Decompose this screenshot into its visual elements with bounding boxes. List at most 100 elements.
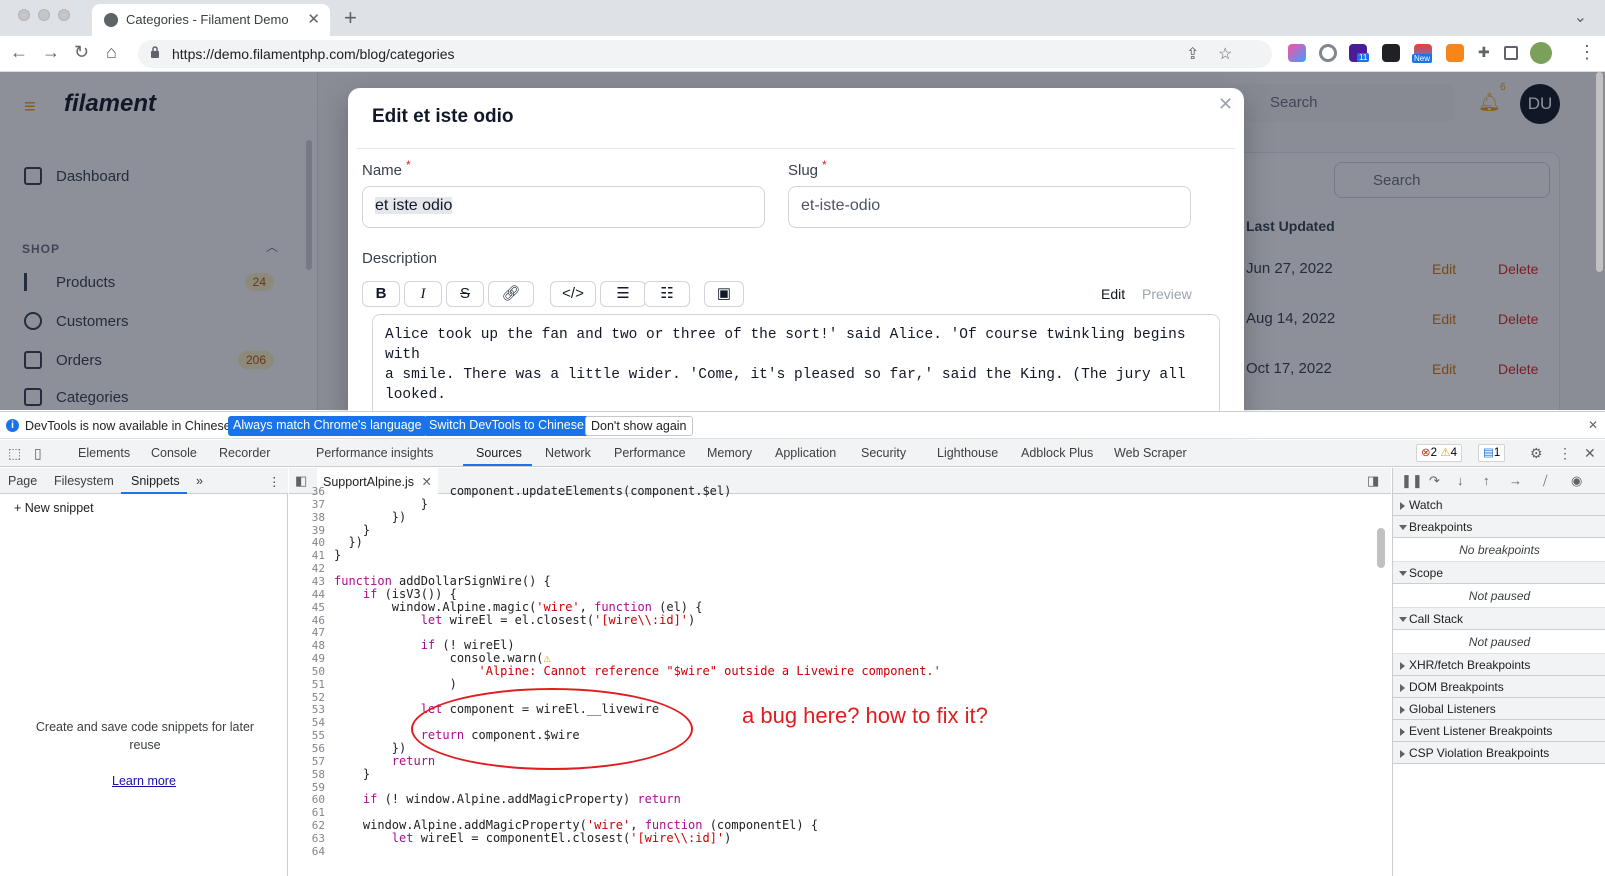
step-over-icon[interactable]: ↷	[1429, 473, 1440, 489]
editor-scrollbar[interactable]	[1377, 528, 1385, 568]
back-button[interactable]: ←	[10, 42, 28, 63]
line-number[interactable]: 41	[289, 549, 325, 562]
step-into-icon[interactable]: ↓	[1457, 473, 1464, 488]
pause-icon[interactable]: ❚❚	[1401, 473, 1423, 489]
global-listeners-section[interactable]: Global Listeners	[1393, 698, 1605, 720]
extension-icon[interactable]	[1288, 44, 1306, 62]
line-number[interactable]: 57	[289, 755, 325, 768]
line-number[interactable]: 56	[289, 742, 325, 755]
share-icon[interactable]: ⇪	[1186, 44, 1199, 64]
line-number[interactable]: 40	[289, 536, 325, 549]
side-panel-icon[interactable]	[1504, 46, 1518, 60]
line-number[interactable]: 37	[289, 498, 325, 511]
step-out-icon[interactable]: ↑	[1483, 473, 1490, 488]
xhr-breakpoints-section[interactable]: XHR/fetch Breakpoints	[1393, 654, 1605, 676]
line-number[interactable]: 54	[289, 716, 325, 729]
tab-preview[interactable]: Preview	[1142, 286, 1192, 302]
tab-search-chevron-icon[interactable]: ⌄	[1574, 7, 1587, 27]
tab-memory[interactable]: Memory	[707, 446, 752, 460]
new-tab-button[interactable]: +	[344, 5, 357, 31]
tab-edit[interactable]: Edit	[1101, 286, 1125, 302]
tab-security[interactable]: Security	[861, 446, 906, 460]
line-number[interactable]: 63	[289, 832, 325, 845]
navigator-menu-icon[interactable]: ⋮	[268, 474, 281, 489]
tab-page[interactable]: Page	[8, 474, 37, 488]
bold-button[interactable]: B	[362, 281, 400, 307]
infobar-close-icon[interactable]: ✕	[1588, 418, 1598, 432]
tab-recorder[interactable]: Recorder	[219, 446, 270, 460]
line-number[interactable]: 50	[289, 665, 325, 678]
line-number[interactable]: 38	[289, 511, 325, 524]
line-number[interactable]: 46	[289, 614, 325, 627]
tab-performance-insights[interactable]: Performance insights	[316, 446, 433, 460]
window-zoom-button[interactable]	[58, 9, 70, 21]
profile-avatar[interactable]	[1530, 42, 1552, 64]
tab-sources[interactable]: Sources	[476, 446, 522, 460]
device-toolbar-icon[interactable]: ▯	[34, 445, 42, 462]
switch-to-chinese-button[interactable]: Switch DevTools to Chinese	[424, 416, 589, 436]
line-number[interactable]: 39	[289, 524, 325, 537]
always-match-language-button[interactable]: Always match Chrome's language	[228, 416, 427, 436]
slug-field[interactable]: et-iste-odio	[788, 186, 1191, 228]
close-icon[interactable]: ✕	[1218, 94, 1233, 115]
tab-elements[interactable]: Elements	[78, 446, 130, 460]
line-number[interactable]: 45	[289, 601, 325, 614]
bullet-list-button[interactable]: ☰	[600, 281, 646, 307]
chrome-menu-icon[interactable]: ⋮	[1578, 42, 1596, 63]
tab-console[interactable]: Console	[151, 446, 197, 460]
line-number[interactable]: 49	[289, 652, 325, 665]
toggle-debugger-icon[interactable]: ◨	[1367, 473, 1379, 489]
line-number[interactable]: 58	[289, 768, 325, 781]
tab-performance[interactable]: Performance	[614, 446, 686, 460]
tab-web-scraper[interactable]: Web Scraper	[1114, 446, 1187, 460]
devtools-menu-icon[interactable]: ⋮	[1558, 445, 1572, 462]
line-number[interactable]: 61	[289, 806, 325, 819]
metamask-fox-icon[interactable]	[1446, 44, 1464, 62]
window-close-button[interactable]	[18, 9, 30, 21]
page-scrollbar[interactable]	[1596, 72, 1603, 272]
step-icon[interactable]: →	[1509, 473, 1522, 488]
breakpoints-section[interactable]: Breakpoints	[1393, 516, 1605, 538]
line-number[interactable]: 64	[289, 845, 325, 858]
line-number[interactable]: 48	[289, 639, 325, 652]
tab-lighthouse[interactable]: Lighthouse	[937, 446, 998, 460]
home-button[interactable]: ⌂	[106, 42, 117, 63]
line-number[interactable]: 52	[289, 691, 325, 704]
italic-button[interactable]: I	[404, 281, 442, 307]
tab-snippets[interactable]: Snippets	[131, 474, 180, 488]
messages-counter[interactable]: ▤1	[1478, 444, 1506, 462]
image-button[interactable]: ▣	[704, 281, 744, 307]
line-number[interactable]: 55	[289, 729, 325, 742]
code-button[interactable]: </>	[550, 281, 596, 307]
extension-new-icon[interactable]: New	[1412, 44, 1433, 63]
browser-tab[interactable]: Categories - Filament Demo ✕	[92, 4, 330, 36]
link-button[interactable]: 🔗︎	[488, 281, 534, 307]
line-number[interactable]: 51	[289, 678, 325, 691]
tab-adblock-plus[interactable]: Adblock Plus	[1021, 446, 1093, 460]
call-stack-section[interactable]: Call Stack	[1393, 608, 1605, 630]
watch-section[interactable]: Watch	[1393, 494, 1605, 516]
extension-badge-icon[interactable]: 11	[1349, 44, 1370, 62]
line-number[interactable]: 36	[289, 485, 325, 498]
line-number[interactable]: 43	[289, 575, 325, 588]
extension-circle-icon[interactable]	[1319, 44, 1337, 62]
dom-breakpoints-section[interactable]: DOM Breakpoints	[1393, 676, 1605, 698]
devtools-close-icon[interactable]: ✕	[1584, 445, 1596, 462]
reload-button[interactable]: ↻	[74, 42, 89, 63]
settings-gear-icon[interactable]: ⚙	[1530, 445, 1543, 462]
ordered-list-button[interactable]: ☷	[644, 281, 690, 307]
tab-network[interactable]: Network	[545, 446, 591, 460]
description-editor[interactable]: Alice took up the fan and two or three o…	[372, 314, 1220, 418]
event-listener-breakpoints-section[interactable]: Event Listener Breakpoints	[1393, 720, 1605, 742]
window-minimize-button[interactable]	[38, 9, 50, 21]
line-number[interactable]: 44	[289, 588, 325, 601]
name-field[interactable]: et iste odio	[362, 186, 765, 228]
line-number[interactable]: 59	[289, 781, 325, 794]
tab-close-icon[interactable]: ✕	[307, 10, 320, 28]
pause-on-exceptions-icon[interactable]: ◉	[1571, 473, 1582, 489]
deactivate-breakpoints-icon[interactable]: ⧸	[1543, 473, 1547, 489]
csp-violation-breakpoints-section[interactable]: CSP Violation Breakpoints	[1393, 742, 1605, 764]
tab-filesystem[interactable]: Filesystem	[54, 474, 114, 488]
scope-section[interactable]: Scope	[1393, 562, 1605, 584]
inspect-element-icon[interactable]: ⬚	[8, 445, 21, 462]
